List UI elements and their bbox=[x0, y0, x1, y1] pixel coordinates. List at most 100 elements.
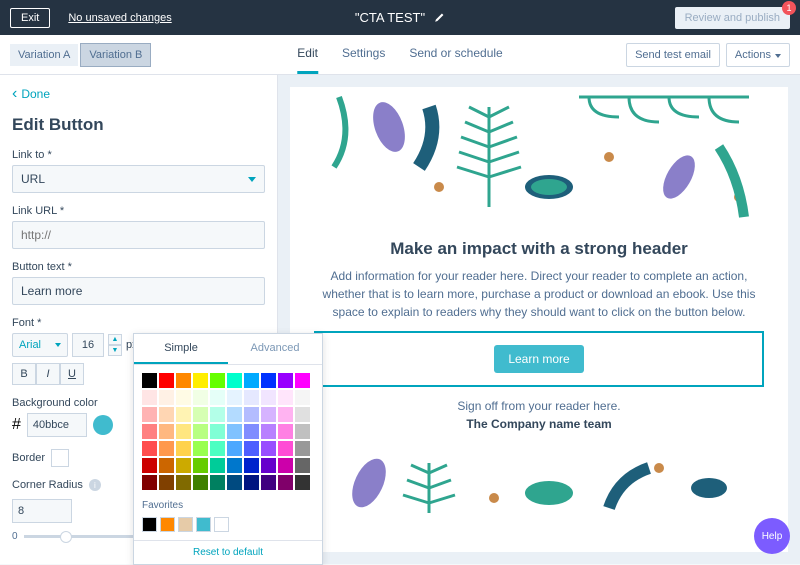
variation-a-tab[interactable]: Variation A bbox=[10, 44, 78, 66]
color-swatch[interactable] bbox=[261, 407, 276, 422]
color-swatch[interactable] bbox=[261, 424, 276, 439]
color-swatch[interactable] bbox=[176, 441, 191, 456]
color-swatch[interactable] bbox=[244, 390, 259, 405]
actions-dropdown[interactable]: Actions bbox=[726, 43, 790, 67]
font-size-stepper[interactable]: ▲ ▼ bbox=[108, 334, 122, 356]
corner-radius-input[interactable] bbox=[12, 499, 72, 523]
color-swatch[interactable] bbox=[193, 373, 208, 388]
color-swatch[interactable] bbox=[295, 424, 310, 439]
color-swatch[interactable] bbox=[278, 373, 293, 388]
unsaved-changes-link[interactable]: No unsaved changes bbox=[68, 12, 171, 24]
color-swatch[interactable] bbox=[176, 424, 191, 439]
color-swatch[interactable] bbox=[176, 390, 191, 405]
color-swatch[interactable] bbox=[159, 475, 174, 490]
color-swatch[interactable] bbox=[227, 441, 242, 456]
reset-to-default-button[interactable]: Reset to default bbox=[134, 540, 322, 564]
color-swatch[interactable] bbox=[159, 424, 174, 439]
color-swatch[interactable] bbox=[244, 424, 259, 439]
color-swatch[interactable] bbox=[193, 407, 208, 422]
color-swatch[interactable] bbox=[193, 424, 208, 439]
color-swatch[interactable] bbox=[278, 407, 293, 422]
exit-button[interactable]: Exit bbox=[10, 8, 50, 28]
color-swatch[interactable] bbox=[176, 373, 191, 388]
color-swatch[interactable] bbox=[261, 475, 276, 490]
color-swatch[interactable] bbox=[227, 458, 242, 473]
color-swatch[interactable] bbox=[176, 458, 191, 473]
color-swatch[interactable] bbox=[159, 441, 174, 456]
edit-icon[interactable] bbox=[433, 12, 445, 24]
color-swatch[interactable] bbox=[261, 458, 276, 473]
color-swatch[interactable] bbox=[142, 475, 157, 490]
bold-button[interactable]: B bbox=[12, 363, 36, 385]
color-swatch[interactable] bbox=[159, 458, 174, 473]
color-swatch[interactable] bbox=[244, 407, 259, 422]
tab-settings[interactable]: Settings bbox=[342, 35, 385, 74]
color-tab-advanced[interactable]: Advanced bbox=[228, 334, 322, 364]
color-swatch[interactable] bbox=[142, 458, 157, 473]
color-swatch[interactable] bbox=[278, 390, 293, 405]
tab-send-or-schedule[interactable]: Send or schedule bbox=[409, 35, 502, 74]
color-swatch[interactable] bbox=[278, 458, 293, 473]
color-swatch[interactable] bbox=[176, 407, 191, 422]
favorite-color-swatch[interactable] bbox=[196, 517, 211, 532]
color-swatch[interactable] bbox=[210, 458, 225, 473]
border-color-swatch[interactable] bbox=[51, 449, 69, 467]
color-swatch[interactable] bbox=[227, 390, 242, 405]
color-swatch[interactable] bbox=[295, 475, 310, 490]
button-text-input[interactable] bbox=[12, 277, 265, 305]
color-swatch[interactable] bbox=[210, 475, 225, 490]
font-size-input[interactable] bbox=[72, 333, 104, 357]
color-swatch[interactable] bbox=[159, 390, 174, 405]
color-swatch[interactable] bbox=[227, 475, 242, 490]
color-swatch[interactable] bbox=[210, 424, 225, 439]
color-swatch[interactable] bbox=[176, 475, 191, 490]
color-swatch[interactable] bbox=[295, 390, 310, 405]
color-swatch[interactable] bbox=[295, 407, 310, 422]
color-swatch[interactable] bbox=[295, 441, 310, 456]
color-swatch[interactable] bbox=[142, 424, 157, 439]
color-swatch[interactable] bbox=[159, 407, 174, 422]
color-swatch[interactable] bbox=[227, 373, 242, 388]
color-swatch[interactable] bbox=[295, 458, 310, 473]
color-swatch[interactable] bbox=[261, 390, 276, 405]
underline-button[interactable]: U bbox=[60, 363, 84, 385]
color-swatch[interactable] bbox=[159, 373, 174, 388]
color-swatch[interactable] bbox=[210, 407, 225, 422]
color-swatch[interactable] bbox=[210, 373, 225, 388]
color-swatch[interactable] bbox=[261, 441, 276, 456]
color-swatch[interactable] bbox=[244, 373, 259, 388]
color-swatch[interactable] bbox=[278, 424, 293, 439]
favorite-color-swatch[interactable] bbox=[142, 517, 157, 532]
done-button[interactable]: Done bbox=[12, 87, 265, 101]
variation-b-tab[interactable]: Variation B bbox=[80, 43, 151, 67]
color-swatch[interactable] bbox=[244, 475, 259, 490]
color-swatch[interactable] bbox=[261, 373, 276, 388]
favorite-color-swatch[interactable] bbox=[178, 517, 193, 532]
color-swatch[interactable] bbox=[193, 475, 208, 490]
color-swatch[interactable] bbox=[142, 373, 157, 388]
cta-button[interactable]: Learn more bbox=[494, 345, 583, 373]
color-swatch[interactable] bbox=[210, 441, 225, 456]
color-swatch[interactable] bbox=[142, 407, 157, 422]
background-color-swatch[interactable] bbox=[93, 415, 113, 435]
color-swatch[interactable] bbox=[193, 441, 208, 456]
color-swatch[interactable] bbox=[227, 424, 242, 439]
send-test-email-button[interactable]: Send test email bbox=[626, 43, 720, 67]
tab-edit[interactable]: Edit bbox=[297, 35, 318, 74]
favorite-color-swatch[interactable] bbox=[160, 517, 175, 532]
color-swatch[interactable] bbox=[193, 390, 208, 405]
help-button[interactable]: Help bbox=[754, 518, 790, 554]
italic-button[interactable]: I bbox=[36, 363, 60, 385]
color-swatch[interactable] bbox=[193, 458, 208, 473]
cta-container[interactable]: Learn more bbox=[314, 331, 764, 387]
color-swatch[interactable] bbox=[295, 373, 310, 388]
color-swatch[interactable] bbox=[278, 475, 293, 490]
favorite-color-swatch[interactable] bbox=[214, 517, 229, 532]
color-swatch[interactable] bbox=[227, 407, 242, 422]
color-swatch[interactable] bbox=[244, 458, 259, 473]
link-to-select[interactable]: URL bbox=[12, 165, 265, 193]
color-swatch[interactable] bbox=[278, 441, 293, 456]
stepper-up-icon[interactable]: ▲ bbox=[108, 334, 122, 345]
review-publish-button[interactable]: Review and publish 1 bbox=[675, 7, 790, 29]
font-family-select[interactable]: Arial bbox=[12, 333, 68, 357]
